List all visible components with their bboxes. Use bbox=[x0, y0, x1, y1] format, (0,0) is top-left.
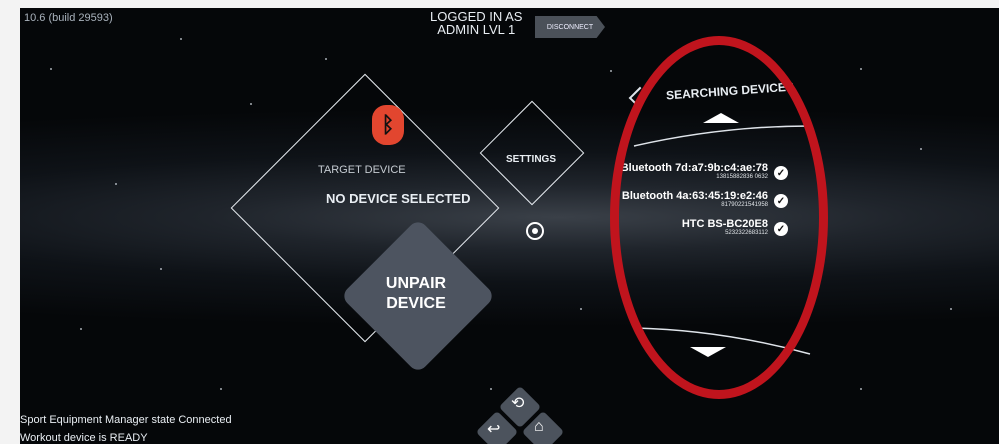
workout-device-status: Workout device is READY bbox=[20, 432, 148, 444]
selection-radio-icon[interactable] bbox=[526, 222, 544, 240]
star bbox=[860, 388, 862, 390]
star bbox=[80, 328, 82, 330]
star bbox=[180, 38, 182, 40]
unpair-line-2: DEVICE bbox=[386, 295, 446, 312]
equipment-manager-status: Sport Equipment Manager state Connected bbox=[20, 414, 232, 426]
star bbox=[490, 388, 492, 390]
settings-label: SETTINGS bbox=[505, 154, 556, 165]
highlight-circle bbox=[610, 36, 828, 399]
star bbox=[115, 183, 117, 185]
vr-scene: 10.6 (build 29593) LOGGED IN AS ADMIN LV… bbox=[20, 8, 999, 444]
star bbox=[50, 68, 52, 70]
star bbox=[860, 68, 862, 70]
login-status: LOGGED IN AS ADMIN LVL 1 bbox=[430, 10, 522, 36]
star bbox=[580, 308, 582, 310]
build-version: 10.6 (build 29593) bbox=[24, 12, 113, 24]
star bbox=[610, 70, 612, 72]
login-line-2: ADMIN LVL 1 bbox=[437, 22, 516, 37]
settings-button[interactable] bbox=[479, 100, 585, 206]
star bbox=[950, 308, 952, 310]
back-icon: ↩ bbox=[487, 421, 501, 438]
star bbox=[250, 103, 252, 105]
recenter-icon: ⟲ bbox=[511, 395, 525, 412]
home-icon: ⌂ bbox=[534, 418, 544, 435]
unpair-device-label: UNPAIR DEVICE bbox=[366, 274, 466, 314]
star bbox=[220, 388, 222, 390]
device-status: NO DEVICE SELECTED bbox=[326, 191, 471, 206]
star bbox=[325, 58, 327, 60]
disconnect-button[interactable]: DISCONNECT bbox=[535, 16, 605, 38]
star bbox=[160, 268, 162, 270]
star bbox=[920, 148, 922, 150]
unpair-line-1: UNPAIR bbox=[385, 275, 447, 292]
target-device-label: TARGET DEVICE bbox=[318, 164, 406, 176]
bluetooth-icon: ᛒ bbox=[372, 105, 404, 145]
